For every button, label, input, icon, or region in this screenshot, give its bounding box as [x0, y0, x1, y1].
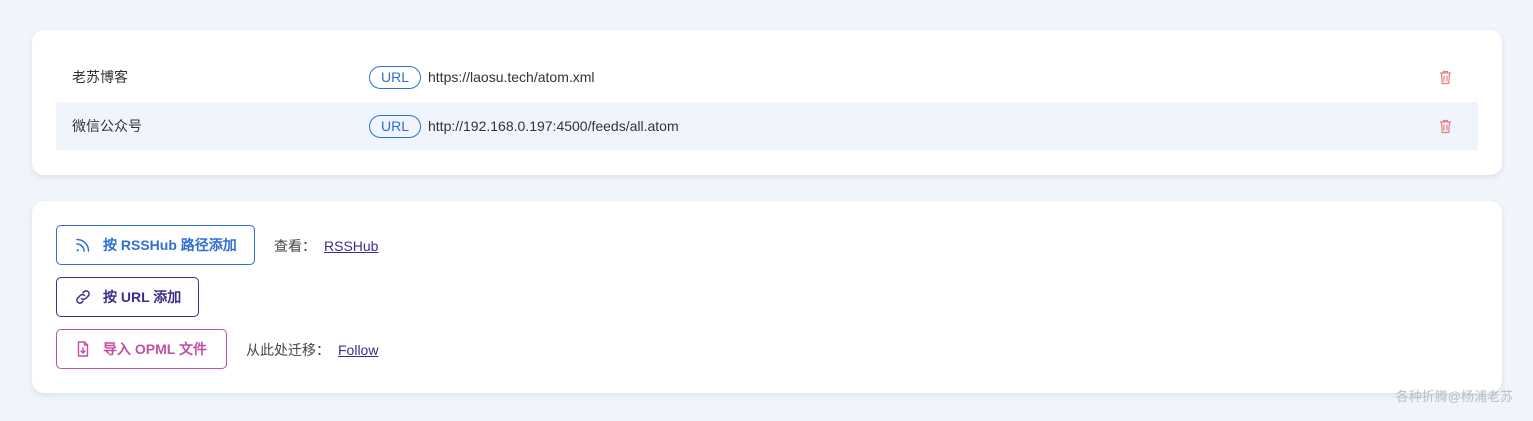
trash-icon[interactable]	[1438, 69, 1452, 85]
feed-type-badge: URL	[369, 114, 422, 138]
watermark: 各种折腾@杨浦老苏	[1395, 389, 1513, 404]
import-opml-button[interactable]: 导入 OPML 文件	[56, 329, 227, 369]
opml-hint: 从此处迁移： Follow	[246, 340, 378, 360]
opml-hint-prefix: 从此处迁移：	[246, 342, 330, 358]
rsshub-hint: 查看： RSSHub	[274, 236, 378, 256]
file-import-icon	[74, 340, 92, 358]
feed-row[interactable]: 老苏博客 URL https://laosu.tech/atom.xml	[56, 53, 1478, 101]
follow-link[interactable]: Follow	[338, 342, 378, 358]
add-rsshub-button[interactable]: 按 RSSHub 路径添加	[56, 225, 255, 265]
rsshub-hint-prefix: 查看：	[274, 238, 316, 254]
import-opml-label: 导入 OPML 文件	[103, 341, 207, 357]
feed-url: http://192.168.0.197:4500/feeds/all.atom	[428, 118, 679, 134]
add-url-button[interactable]: 按 URL 添加	[56, 277, 199, 317]
add-url-label: 按 URL 添加	[103, 289, 182, 305]
feed-name: 微信公众号	[72, 118, 142, 134]
link-icon	[74, 288, 92, 306]
feed-row[interactable]: 微信公众号 URL http://192.168.0.197:4500/feed…	[56, 102, 1478, 150]
add-feed-card: 按 RSSHub 路径添加 查看： RSSHub 按 URL 添加 导入 OPML…	[32, 201, 1502, 393]
trash-icon[interactable]	[1438, 118, 1452, 134]
rss-icon	[74, 236, 92, 254]
add-rsshub-label: 按 RSSHub 路径添加	[103, 237, 237, 253]
feed-list-card: 老苏博客 URL https://laosu.tech/atom.xml 微信公…	[32, 30, 1502, 175]
rsshub-link[interactable]: RSSHub	[324, 238, 378, 254]
feed-name: 老苏博客	[72, 69, 128, 85]
feed-type-badge: URL	[369, 65, 422, 89]
feed-url: https://laosu.tech/atom.xml	[428, 69, 595, 85]
